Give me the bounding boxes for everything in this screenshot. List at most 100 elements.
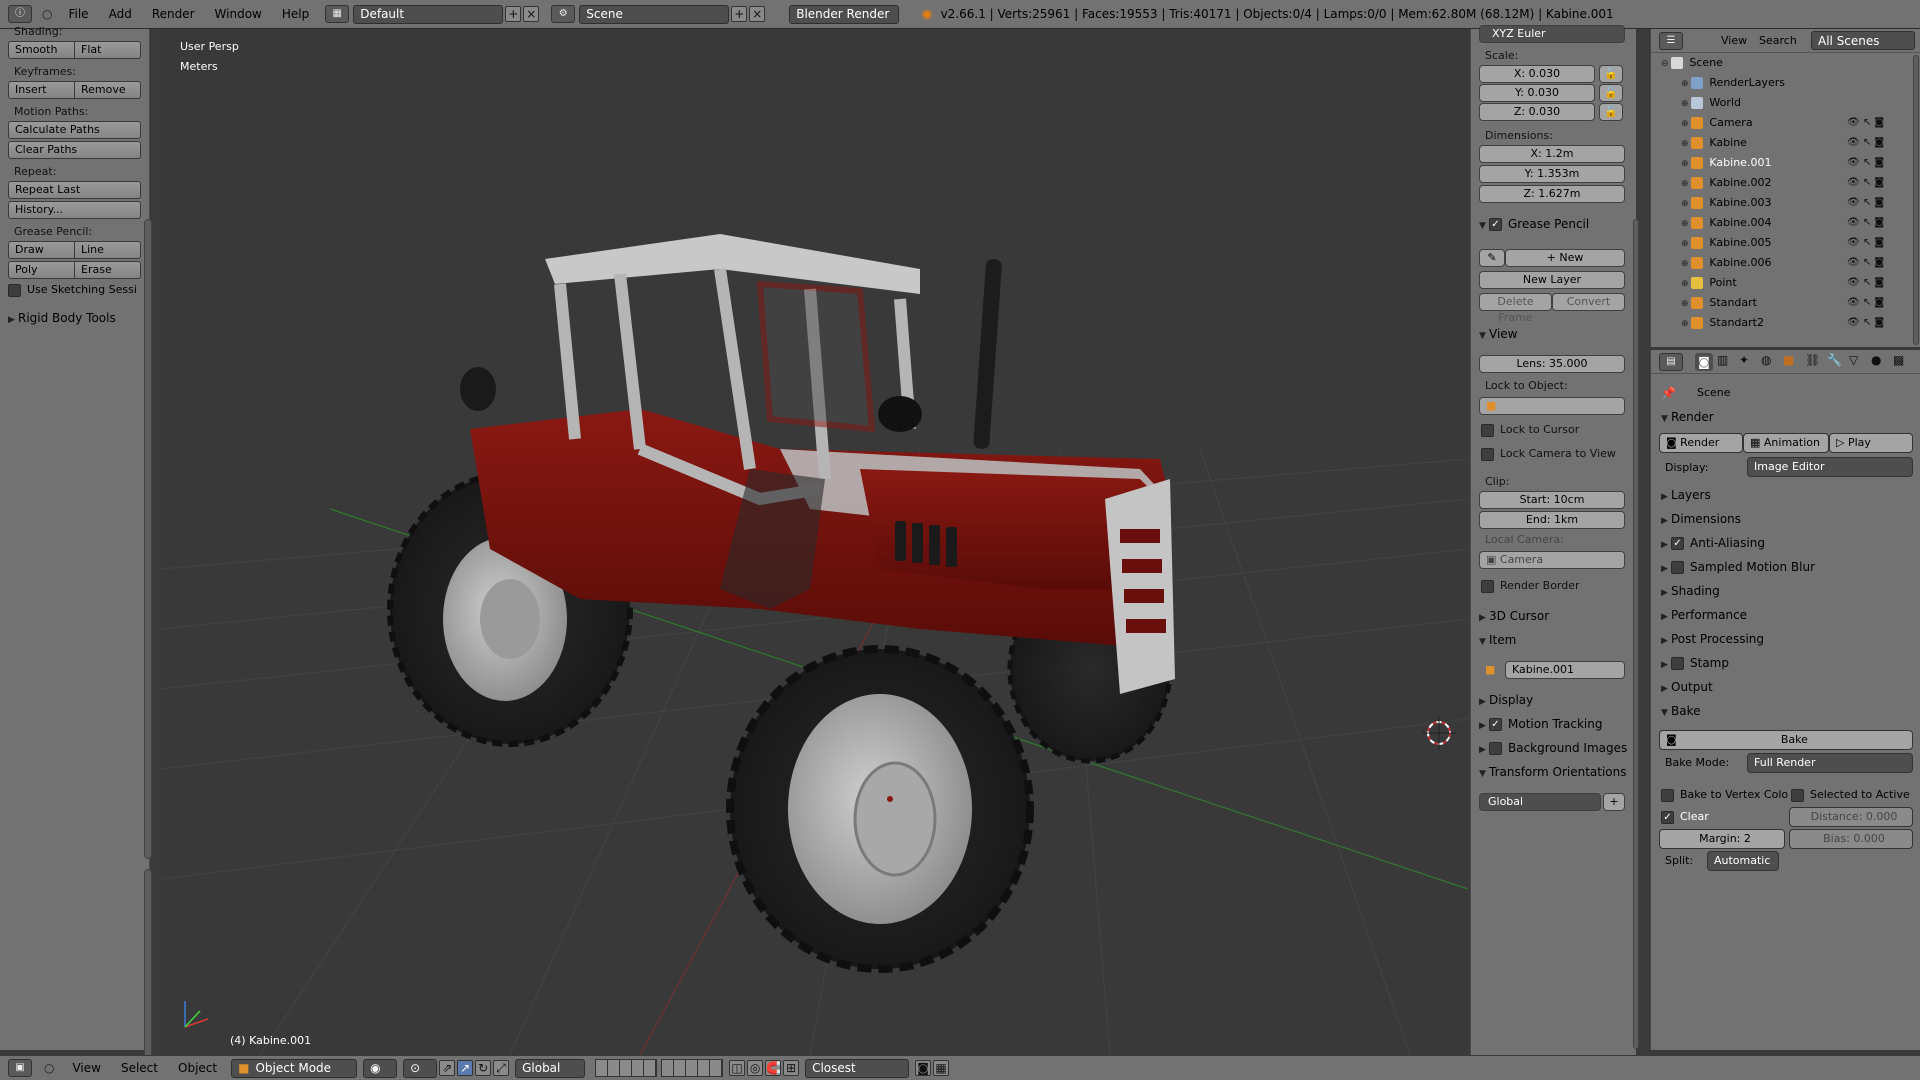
lock-to-cursor-checkbox[interactable] xyxy=(1481,423,1494,437)
scale-manipulator-icon[interactable]: ⤢ xyxy=(493,1060,510,1076)
screen-layout-icon[interactable]: ▦ xyxy=(325,5,350,23)
expand-icon[interactable]: ⊕ xyxy=(1681,239,1691,249)
outliner-row[interactable]: ⊕ Camera 👁 ↖ ◙ xyxy=(1651,113,1920,133)
outliner-row[interactable]: ⊕ World xyxy=(1651,93,1920,113)
outliner-row[interactable]: ⊕ Kabine 👁 ↖ ◙ xyxy=(1651,133,1920,153)
smooth-button[interactable]: Smooth xyxy=(8,41,75,59)
output-panel[interactable]: ▶ Output xyxy=(1661,680,1713,694)
collapse-menu-icon[interactable]: ○ xyxy=(42,7,52,21)
opengl-anim-icon[interactable]: ▦ xyxy=(933,1060,950,1076)
outliner-row[interactable]: ⊕ Kabine.004 👁 ↖ ◙ xyxy=(1651,213,1920,233)
bake-to-vertex-checkbox[interactable] xyxy=(1661,788,1674,802)
grease-pencil-checkbox[interactable]: ✓ xyxy=(1489,218,1502,231)
visibility-toggles-icon[interactable]: 👁 ↖ ◙ xyxy=(1847,233,1884,253)
outliner-editor-icon[interactable]: ☰ xyxy=(1659,32,1683,50)
motion-tracking-panel[interactable]: ▶ ✓ Motion Tracking xyxy=(1479,717,1602,731)
bake-panel[interactable]: ▼ Bake xyxy=(1661,704,1701,718)
object-tab-icon[interactable]: ■ xyxy=(1783,353,1794,367)
material-tab-icon[interactable]: ● xyxy=(1871,353,1881,367)
menu-window[interactable]: Window xyxy=(205,7,272,21)
dimensions-panel[interactable]: ▶ Dimensions xyxy=(1661,512,1741,526)
margin-field[interactable]: Margin: 2 xyxy=(1659,829,1785,849)
item-panel[interactable]: ▼ Item xyxy=(1479,633,1516,647)
outliner-row[interactable]: ⊕ Kabine.005 👁 ↖ ◙ xyxy=(1651,233,1920,253)
menu-add[interactable]: Add xyxy=(99,7,142,21)
repeat-last-button[interactable]: Repeat Last xyxy=(8,181,141,199)
dim-x-field[interactable]: X: 1.2m xyxy=(1479,145,1625,163)
outliner-row[interactable]: ⊕ Kabine.006 👁 ↖ ◙ xyxy=(1651,253,1920,273)
outliner-item-name[interactable]: Kabine.004 xyxy=(1709,216,1771,229)
outliner-item-name[interactable]: Point xyxy=(1709,276,1736,289)
outliner-scrollbar[interactable] xyxy=(1913,55,1919,345)
outliner-row[interactable]: ⊖ Scene xyxy=(1651,53,1920,73)
scale-z-lock[interactable]: 🔓 xyxy=(1599,103,1623,121)
outliner-row[interactable]: ⊕ RenderLayers xyxy=(1651,73,1920,93)
outliner-item-name[interactable]: Kabine.006 xyxy=(1709,256,1771,269)
visibility-toggles-icon[interactable]: 👁 ↖ ◙ xyxy=(1847,313,1884,333)
outliner-item-name[interactable]: Kabine xyxy=(1709,136,1747,149)
snap-target-select[interactable]: Closest xyxy=(805,1058,910,1078)
add-scene-button[interactable]: + xyxy=(731,6,748,22)
display-select[interactable]: Image Editor xyxy=(1747,457,1913,477)
lens-field[interactable]: Lens: 35.000 xyxy=(1479,355,1625,373)
outliner-row[interactable]: ⊕ Kabine.001 👁 ↖ ◙ xyxy=(1651,153,1920,173)
texture-tab-icon[interactable]: ▩ xyxy=(1893,353,1904,367)
visibility-toggles-icon[interactable]: 👁 ↖ ◙ xyxy=(1847,273,1884,293)
pin-icon[interactable]: 📌 xyxy=(1661,386,1676,400)
lock-to-object-field[interactable]: ■ xyxy=(1479,397,1625,415)
mode-select[interactable]: ■ Object Mode xyxy=(231,1058,358,1078)
rigid-body-tools-panel[interactable]: ▶ Rigid Body Tools xyxy=(8,311,141,325)
scale-y-lock[interactable]: 🔓 xyxy=(1599,84,1623,102)
add-orientation-button[interactable]: + xyxy=(1603,793,1625,811)
gp-line-button[interactable]: Line xyxy=(75,241,141,259)
shading-panel[interactable]: ▶ Shading xyxy=(1661,584,1720,598)
scale-z-field[interactable]: Z: 0.030 xyxy=(1479,103,1595,121)
menu-select[interactable]: Select xyxy=(111,1061,168,1075)
visibility-toggles-icon[interactable]: 👁 ↖ ◙ xyxy=(1847,173,1884,193)
3d-view-editor-icon[interactable]: ▣ xyxy=(8,1059,32,1077)
dim-y-field[interactable]: Y: 1.353m xyxy=(1479,165,1625,183)
3d-viewport[interactable] xyxy=(160,29,1468,1055)
snap-element-icon[interactable]: ⊞ xyxy=(783,1060,800,1076)
outliner-view-menu[interactable]: View xyxy=(1721,34,1747,47)
gp-pencil-icon[interactable]: ✎ xyxy=(1479,249,1505,267)
scale-y-field[interactable]: Y: 0.030 xyxy=(1479,84,1595,102)
stamp-checkbox[interactable] xyxy=(1671,657,1684,670)
outliner-row[interactable]: ⊕ Kabine.002 👁 ↖ ◙ xyxy=(1651,173,1920,193)
menu-render[interactable]: Render xyxy=(142,7,205,21)
scene-field[interactable]: Scene xyxy=(579,4,730,24)
clear-checkbox[interactable]: ✓ xyxy=(1661,810,1674,824)
menu-object[interactable]: Object xyxy=(168,1061,227,1075)
expand-icon[interactable]: ⊕ xyxy=(1681,299,1691,309)
outliner-row[interactable]: ⊕ Standart 👁 ↖ ◙ xyxy=(1651,293,1920,313)
expand-icon[interactable]: ⊕ xyxy=(1681,319,1691,329)
lock-camera-checkbox[interactable] xyxy=(1481,447,1494,461)
selected-to-active-checkbox[interactable] xyxy=(1791,788,1804,802)
constraints-tab-icon[interactable]: ⛓ xyxy=(1805,353,1820,367)
performance-panel[interactable]: ▶ Performance xyxy=(1661,608,1747,622)
outliner-item-name[interactable]: Camera xyxy=(1709,116,1752,129)
layers-panel[interactable]: ▶ Layers xyxy=(1661,488,1711,502)
expand-icon[interactable]: ⊕ xyxy=(1681,279,1691,289)
outliner-row[interactable]: ⊕ Kabine.003 👁 ↖ ◙ xyxy=(1651,193,1920,213)
outliner-row[interactable]: ⊕ Standart2 👁 ↖ ◙ xyxy=(1651,313,1920,333)
expand-icon[interactable]: ⊕ xyxy=(1681,259,1691,269)
npanel-scrollbar[interactable] xyxy=(1633,219,1639,1049)
visibility-toggles-icon[interactable]: 👁 ↖ ◙ xyxy=(1847,193,1884,213)
outliner-item-name[interactable]: Scene xyxy=(1689,56,1723,69)
use-sketching-row[interactable]: Use Sketching Sessi xyxy=(8,283,141,297)
motion-tracking-checkbox[interactable]: ✓ xyxy=(1489,718,1502,731)
orientation-select[interactable]: Global xyxy=(1479,793,1601,811)
gp-convert-button[interactable]: Convert xyxy=(1552,293,1625,311)
clip-end-field[interactable]: End: 1km xyxy=(1479,511,1625,529)
outliner-item-name[interactable]: RenderLayers xyxy=(1709,76,1785,89)
layer-buttons[interactable] xyxy=(595,1059,724,1077)
lock-to-cursor-row[interactable]: Lock to Cursor xyxy=(1481,423,1579,437)
expand-icon[interactable]: ⊕ xyxy=(1681,99,1691,109)
clear-paths-button[interactable]: Clear Paths xyxy=(8,141,141,159)
calculate-paths-button[interactable]: Calculate Paths xyxy=(8,121,141,139)
render-border-row[interactable]: Render Border xyxy=(1481,579,1580,593)
play-button[interactable]: ▷ Play xyxy=(1829,433,1913,453)
distance-field[interactable]: Distance: 0.000 xyxy=(1789,807,1913,827)
expand-icon[interactable]: ⊕ xyxy=(1681,79,1691,89)
